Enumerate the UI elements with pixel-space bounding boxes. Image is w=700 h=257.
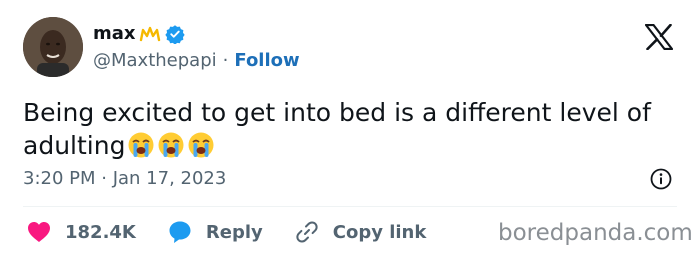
tweet-text-line: Being excited to get into bed is a diffe… [23,98,651,127]
loudly-crying-face-icon [188,132,214,158]
author-name-text: max [93,23,136,44]
loudly-crying-face-icon [128,132,154,158]
loudly-crying-face-icon [158,132,184,158]
separator-dot: · [222,50,229,71]
reply-label: Reply [205,221,263,243]
crying-emoji-group [127,131,217,159]
author-display-name[interactable]: max [93,22,185,46]
author-avatar[interactable] [23,17,83,77]
crown-emoji-icon [139,26,161,42]
tweet-actions: 182.4K Reply Copy link [27,219,458,245]
x-logo-icon[interactable] [644,23,674,51]
verified-badge-icon [164,24,185,44]
tweet-text: Being excited to get into bed is a diffe… [23,96,683,162]
tweet-timestamp[interactable]: 3:20 PM · Jan 17, 2023 [23,167,226,191]
author-handle-row: @Maxthepapi · Follow [93,49,300,73]
reply-button[interactable]: Reply [168,220,263,244]
follow-button[interactable]: Follow [234,49,299,73]
like-button[interactable]: 182.4K [27,221,136,243]
copy-link-label: Copy link [332,221,427,243]
tweet-text-word: adulting [23,131,126,160]
copy-link-button[interactable]: Copy link [295,220,427,244]
author-handle[interactable]: @Maxthepapi [93,49,217,73]
reply-bubble-icon [169,221,191,243]
divider [23,206,677,207]
like-count: 182.4K [65,221,136,243]
heart-icon [28,222,50,242]
watermark: boredpanda.com [498,220,693,246]
link-icon [296,221,318,243]
info-icon[interactable] [650,168,672,190]
